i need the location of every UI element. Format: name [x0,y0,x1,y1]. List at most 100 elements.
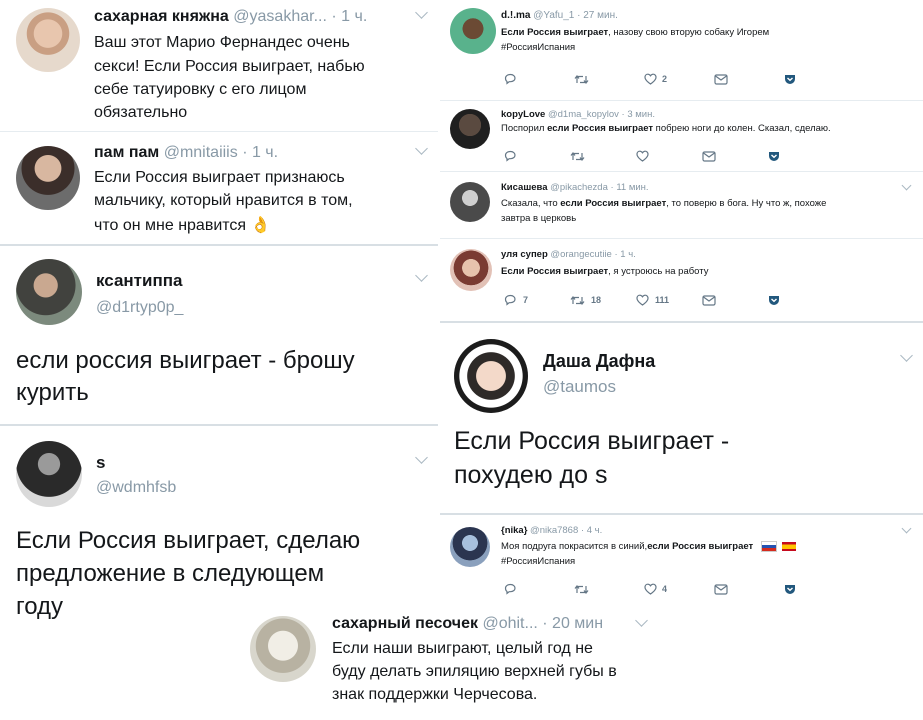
user-name[interactable]: Даша Дафна [543,351,655,372]
envelope-icon [702,294,716,306]
chevron-down-icon[interactable] [901,523,912,534]
chevron-down-icon[interactable] [415,451,428,464]
user-handle[interactable]: @nika7868 [530,525,578,536]
chevron-down-icon[interactable] [415,269,428,282]
tweet-time[interactable]: · 1 ч. [614,249,635,260]
tweet-text: секси! Если Россия выиграет, набью [94,58,365,75]
pocket-icon [769,295,779,305]
tweet-time[interactable]: · 4 ч. [581,525,602,536]
avatar[interactable] [16,259,82,325]
hashtag-link[interactable]: #РоссияИспания [501,42,575,53]
avatar[interactable] [450,109,490,149]
message-button[interactable] [702,294,768,306]
user-handle[interactable]: @orangecutiie [550,249,611,260]
user-name[interactable]: ксантиппа [96,271,182,291]
user-name[interactable]: Кисашева [501,182,548,193]
avatar[interactable] [450,249,492,291]
tweet-time[interactable]: · 20 мин [542,615,603,632]
user-handle[interactable]: @mnitaiiis [164,144,238,161]
russia-flag-icon [761,541,778,552]
user-name[interactable]: сахарный песочек [332,615,478,632]
user-name[interactable]: уля супер [501,249,548,260]
chevron-down-icon[interactable] [415,6,428,19]
user-name[interactable]: s [96,453,105,473]
tweet-panel-5: d.!.ma @Yafu_1 · 27 мин. Если Россия выи… [440,0,923,100]
chevron-down-icon[interactable] [901,180,912,191]
tweet-panel-8: уля супер @orangecutiie · 1 ч. Если Росс… [440,239,923,321]
tweet-text: Если Россия выиграет признаюсь [94,169,345,186]
user-handle[interactable]: @d1ma_kopylov [548,109,619,120]
reply-button[interactable] [504,583,574,595]
user-handle[interactable]: @pikachezda [550,182,608,193]
like-button[interactable]: 2 [644,73,714,85]
reply-icon [504,583,516,595]
tweet-panel-9: Даша Дафна @taumos Если Россия выиграет … [440,323,923,513]
chevron-down-icon[interactable] [900,349,913,362]
tweet-text: Ваш этот Марио Фернандес очень [94,34,350,51]
user-name[interactable]: пам пам [94,144,159,161]
message-button[interactable] [702,150,768,162]
avatar[interactable] [450,8,496,54]
hashtag-link[interactable]: #РоссияИспания [501,556,575,567]
tweet-text: курить [16,379,89,406]
tweet-panel-7: Кисашева @pikachezda · 11 мин. Сказала, … [440,172,923,238]
reply-button[interactable] [504,150,570,162]
user-handle[interactable]: @wdmhfsb [96,479,176,497]
user-handle[interactable]: @taumos [543,377,616,397]
tweet-text: , назову свою вторую собаку Игорем [608,27,770,38]
avatar[interactable] [450,182,490,222]
user-name[interactable]: kopyLove [501,109,545,120]
user-handle[interactable]: @Yafu_1 [533,10,574,21]
tweet-panel-10: {nika} @nika7868 · 4 ч. Моя подруга покр… [440,515,923,605]
tweet-panel-2: ксантиппа @d1rtyp0p_ если россия выиграе… [0,247,438,423]
message-button[interactable] [714,583,784,595]
avatar[interactable] [16,441,82,507]
chevron-down-icon[interactable] [635,614,648,627]
tweet-time[interactable]: · 1 ч. [331,8,367,25]
tweet-text: знак поддержки Черчесова. [332,686,538,703]
message-button[interactable] [714,73,784,85]
tweet-text: если россия выиграет - брошу [16,347,355,374]
user-handle[interactable]: @yasakhar... [233,8,327,25]
avatar[interactable] [250,616,316,682]
user-name[interactable]: {nika} [501,525,527,536]
tweet-time[interactable]: · 1 ч. [242,144,278,161]
tweet-text: , то поверю в бога. Ну что ж, похоже [666,198,827,209]
like-button[interactable] [636,150,702,162]
retweet-icon [574,584,589,594]
envelope-icon [714,583,728,595]
tweet-text: буду делать эпиляцию верхней губы в [332,663,617,680]
user-name[interactable]: сахарная княжна [94,8,229,25]
avatar[interactable] [16,8,80,72]
tweet-text: себе татуировку с его лицом [94,81,307,98]
like-count: 111 [655,295,670,305]
retweet-button[interactable]: 18 [570,295,636,306]
tweet-time[interactable]: · 11 мин. [611,182,649,193]
tweet-panel-6: kopyLove @d1ma_kopylov · 3 мин. Поспорил… [440,101,923,171]
user-name[interactable]: d.!.ma [501,10,530,21]
user-handle[interactable]: @d1rtyp0p_ [96,299,183,317]
pocket-button[interactable] [768,295,780,306]
retweet-icon [570,151,585,161]
avatar[interactable] [454,339,528,413]
user-handle[interactable]: @ohit... [482,615,537,632]
tweet-time[interactable]: · 27 мин. [577,10,618,21]
retweet-button[interactable] [574,74,644,85]
chevron-down-icon[interactable] [415,142,428,155]
avatar[interactable] [450,527,490,567]
pocket-button[interactable] [784,584,796,595]
tweet-time[interactable]: · 3 мин. [622,109,655,120]
retweet-button[interactable] [574,584,644,595]
tweet-text: предложение в следующем [16,560,325,587]
retweet-button[interactable] [570,151,636,162]
like-button[interactable]: 111 [636,294,702,306]
reply-icon [504,294,516,306]
reply-button[interactable]: 7 [504,294,570,306]
avatar[interactable] [16,146,80,210]
retweet-icon [570,295,585,305]
pocket-button[interactable] [768,151,780,162]
pocket-button[interactable] [784,74,796,85]
reply-button[interactable] [504,73,574,85]
like-button[interactable]: 4 [644,583,714,595]
tweet-text-bold: Если Россия выиграет [501,27,609,38]
